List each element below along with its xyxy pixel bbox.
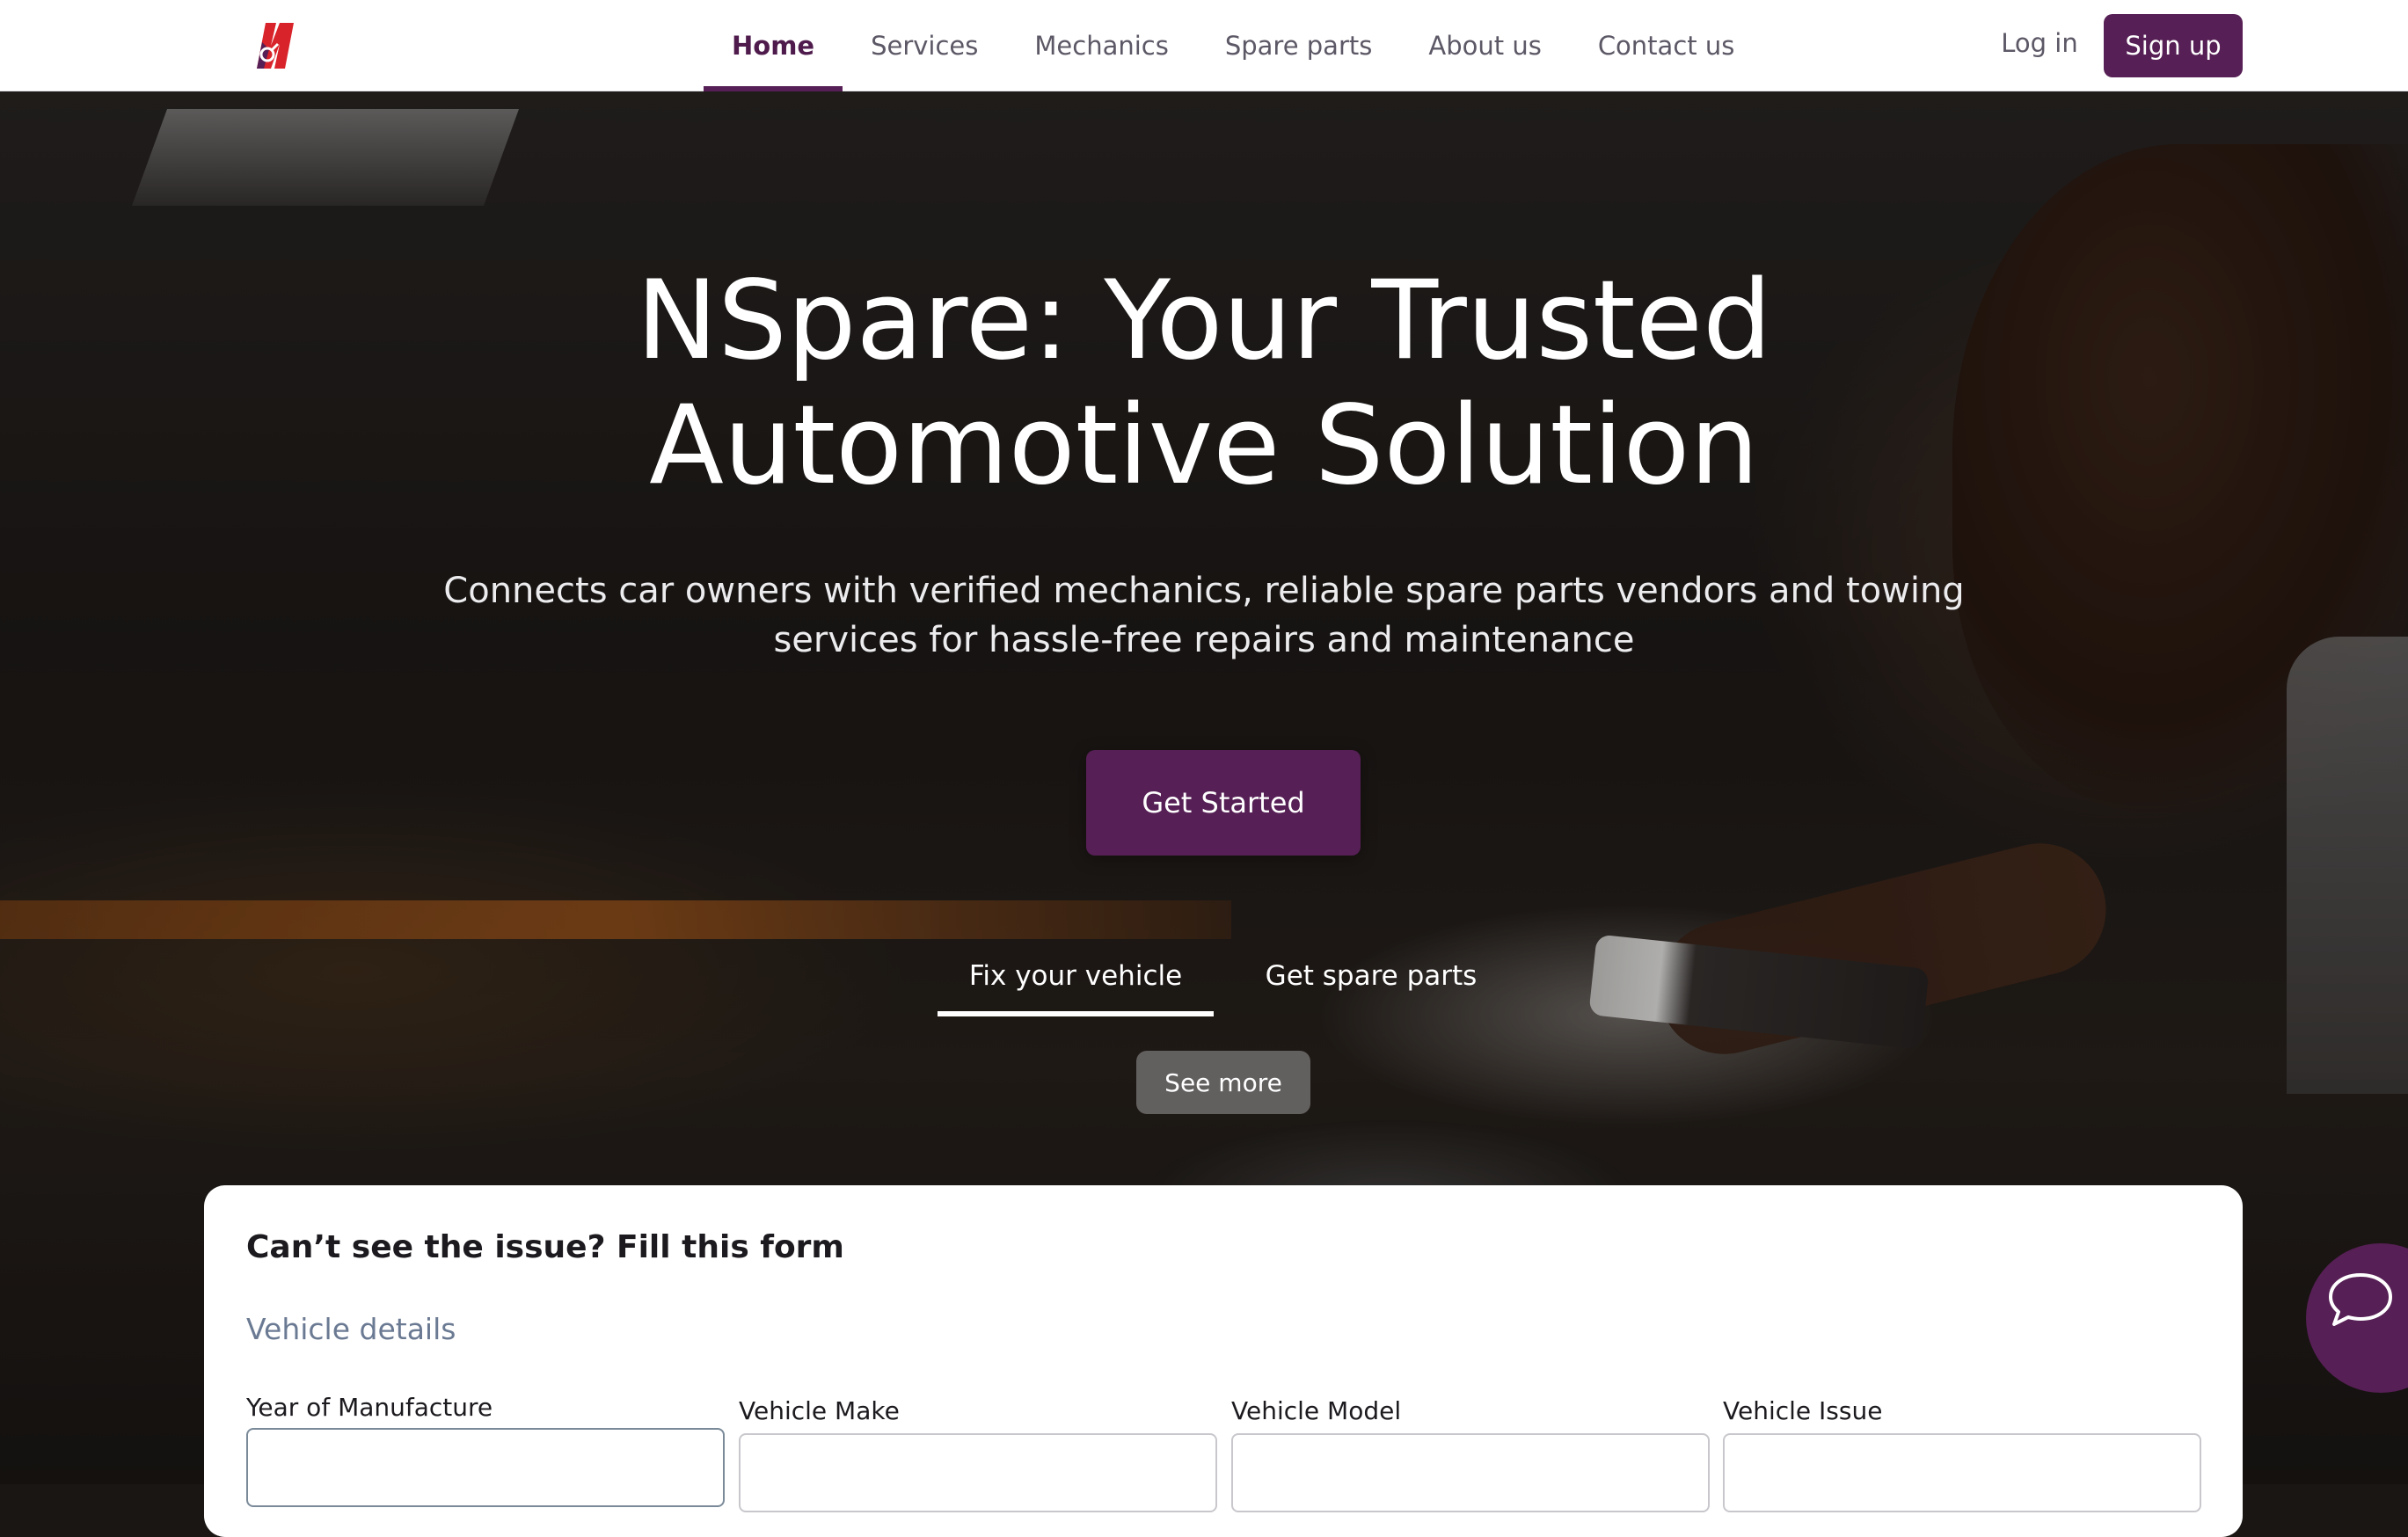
vehicle-make-label: Vehicle Make (739, 1396, 900, 1425)
vehicle-make-input[interactable] (739, 1433, 1217, 1512)
hero-subtitle: Connects car owners with verified mechan… (412, 566, 1996, 665)
nav-mechanics[interactable]: Mechanics (1006, 0, 1196, 91)
nspare-logo-icon[interactable] (250, 19, 301, 70)
hero-subtitle-line2: services for hassle-free repairs and mai… (773, 620, 1635, 660)
hero-tabs: Fix your vehicle Get spare parts (938, 936, 1529, 1016)
year-of-manufacture-input[interactable] (246, 1428, 725, 1507)
nav-contact-us[interactable]: Contact us (1570, 0, 1763, 91)
hero-title-line1: NSpare: Your Trusted (636, 258, 1772, 384)
get-started-button[interactable]: Get Started (1086, 750, 1361, 856)
hero-title-line2: Automotive Solution (649, 382, 1759, 509)
vehicle-issue-label: Vehicle Issue (1723, 1396, 1883, 1425)
nav-home[interactable]: Home (704, 0, 843, 91)
main-nav: Home Services Mechanics Spare parts Abou… (704, 0, 1762, 91)
hero-subtitle-line1: Connects car owners with verified mechan… (443, 571, 1965, 611)
top-navbar: Home Services Mechanics Spare parts Abou… (0, 0, 2408, 91)
login-link[interactable]: Log in (1982, 0, 2097, 86)
see-more-button[interactable]: See more (1136, 1051, 1310, 1114)
vehicle-issue-input[interactable] (1723, 1433, 2201, 1512)
chat-bubble-icon (2329, 1273, 2392, 1326)
issue-form-card: Can’t see the issue? Fill this form Vehi… (204, 1185, 2243, 1537)
nav-about-us[interactable]: About us (1400, 0, 1569, 91)
signup-button[interactable]: Sign up (2104, 14, 2243, 77)
nav-spare-parts[interactable]: Spare parts (1197, 0, 1401, 91)
hero-title: NSpare: Your Trusted Automotive Solution (500, 259, 1908, 508)
tab-get-spare-parts[interactable]: Get spare parts (1214, 936, 1529, 1016)
form-section-label: Vehicle details (246, 1312, 456, 1346)
vehicle-model-label: Vehicle Model (1231, 1396, 1402, 1425)
tab-fix-your-vehicle[interactable]: Fix your vehicle (938, 936, 1214, 1016)
form-title: Can’t see the issue? Fill this form (246, 1229, 844, 1265)
nav-services[interactable]: Services (843, 0, 1006, 91)
vehicle-model-input[interactable] (1231, 1433, 1710, 1512)
year-of-manufacture-label: Year of Manufacture (246, 1393, 493, 1422)
